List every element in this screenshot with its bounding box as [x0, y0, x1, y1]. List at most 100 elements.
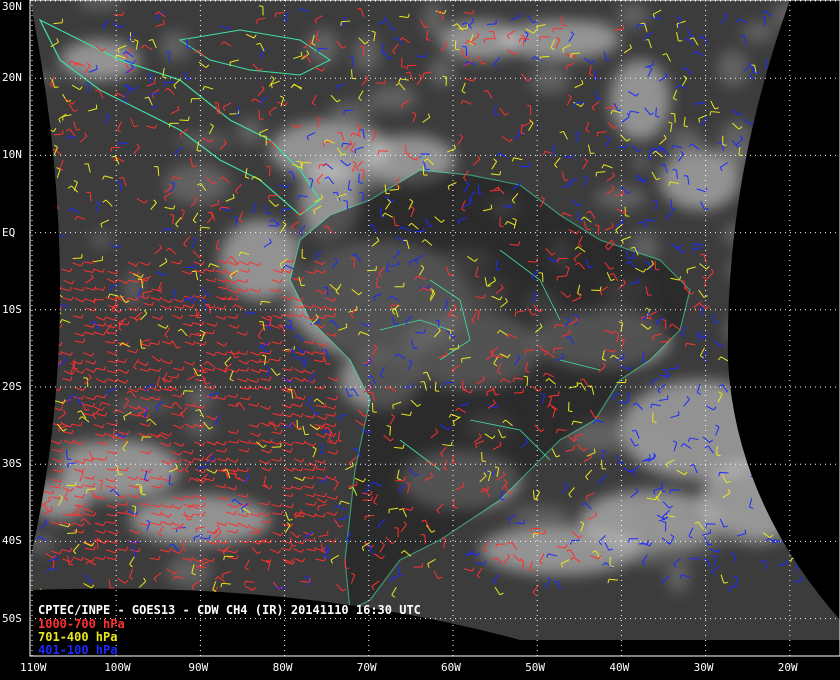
lat-label: 30S: [2, 457, 22, 471]
cloud-area: [220, 220, 300, 300]
wind-barb-flag: [606, 59, 611, 61]
wind-barb: [571, 539, 581, 542]
wind-barb-flag: [586, 228, 591, 231]
wind-barb-flag: [236, 477, 241, 479]
wind-barb: [318, 47, 328, 50]
wind-barb: [489, 189, 499, 192]
lat-label: 50S: [2, 611, 22, 625]
cloud-area: [508, 506, 571, 523]
wind-barb-flag: [524, 349, 527, 355]
lon-label: 30W: [693, 661, 714, 674]
wind-barb-flag: [669, 489, 671, 494]
cloud-area: [586, 502, 646, 542]
wind-barb-flag: [141, 436, 143, 442]
wind-barb: [477, 184, 480, 194]
wind-barb-flag: [686, 269, 689, 274]
wind-barb-flag: [93, 299, 96, 304]
cloud-area: [440, 20, 520, 60]
wind-barb: [321, 542, 323, 552]
wind-barb: [165, 81, 175, 84]
wind-barb-flag: [338, 416, 340, 422]
wind-barb-flag: [553, 580, 559, 583]
wind-barb-flag: [723, 581, 728, 584]
map-title: CPTEC/INPE - GOES13 - CDW CH4 (IR) 20141…: [38, 603, 421, 617]
wind-barb: [526, 376, 529, 386]
wind-barb: [67, 532, 77, 534]
cloud-area: [237, 117, 264, 145]
lat-label: EQ: [2, 225, 16, 239]
wind-barb-flag: [119, 177, 124, 179]
wind-barb-flag: [722, 144, 727, 146]
cloud-area: [633, 153, 650, 172]
lon-label: 60W: [441, 661, 461, 674]
wind-barb-flag: [411, 383, 413, 388]
wind-barb-flag: [196, 316, 201, 319]
lon-label: 110W: [20, 661, 47, 674]
cloud-area: [666, 555, 690, 594]
wind-barb: [553, 27, 563, 30]
wind-barb-flag: [318, 164, 320, 169]
lat-label: 30N: [2, 0, 22, 13]
wind-barb-flag: [223, 469, 228, 471]
lon-label: 100W: [104, 661, 131, 674]
cloud-area: [306, 28, 340, 65]
cloud-area: [594, 186, 647, 210]
wind-barb-flag: [403, 282, 405, 287]
wind-barb-flag: [443, 382, 445, 387]
lon-label: 80W: [272, 661, 293, 674]
wind-barb: [719, 471, 729, 474]
wind-barb-flag: [445, 351, 448, 356]
wind-barb-flag: [356, 7, 361, 10]
wind-barb-flag: [495, 544, 497, 549]
wind-barb-flag: [267, 212, 272, 215]
wind-barb-flag: [663, 368, 668, 371]
wind-barb-flag: [354, 149, 357, 154]
wind-barb-flag: [530, 528, 533, 533]
cloud-area: [717, 49, 749, 88]
wind-barb: [495, 260, 498, 270]
wind-barb: [415, 331, 425, 334]
wind-barb-flag: [588, 266, 593, 269]
wind-barb-flag: [197, 311, 200, 317]
wind-barb: [484, 37, 494, 40]
wind-barb: [258, 109, 261, 119]
wind-barb-flag: [217, 199, 220, 205]
wind-barb-flag: [573, 445, 575, 450]
wind-barb: [674, 113, 676, 123]
legend-low-level: 1000-700 hPa: [38, 617, 125, 631]
wind-barb-flag: [345, 567, 350, 569]
wind-barb: [326, 287, 329, 297]
wind-barb-flag: [163, 19, 165, 24]
cloud-area: [629, 550, 670, 566]
cloud-area: [185, 386, 214, 411]
wind-barb-flag: [369, 224, 374, 227]
satellite-image: [30, 0, 840, 640]
wind-barb: [179, 119, 189, 122]
cloud-area: [358, 180, 375, 191]
wind-barb: [601, 459, 603, 469]
wind-barb-flag: [421, 562, 424, 568]
lat-label: 10N: [2, 148, 22, 162]
cloud-area: [343, 155, 378, 179]
wind-barb-flag: [265, 340, 268, 345]
wind-barb-flag: [76, 128, 81, 131]
wind-barb: [140, 485, 143, 495]
wind-barb-flag: [278, 324, 283, 327]
wind-barb: [341, 20, 351, 23]
wind-barb-flag: [54, 86, 59, 89]
wind-barb-flag: [744, 529, 747, 534]
wind-barb: [302, 161, 312, 164]
wind-barb: [389, 426, 392, 436]
wind-barb-flag: [168, 123, 171, 128]
wind-barb: [527, 261, 537, 263]
wind-barb-flag: [392, 404, 394, 409]
wind-barb-flag: [223, 556, 225, 561]
cloud-area: [534, 525, 552, 563]
cloud-area: [159, 31, 190, 61]
legend-mid-level: 701-400 hPa: [38, 630, 118, 644]
wind-barb-flag: [628, 538, 630, 543]
wind-barb: [397, 565, 400, 575]
wind-barb-flag: [294, 512, 296, 517]
satellite-wind-map: [0, 0, 840, 680]
wind-barb: [654, 260, 657, 270]
